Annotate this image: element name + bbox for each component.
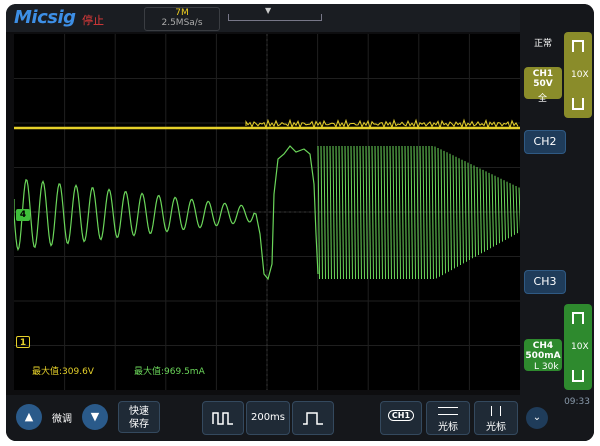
ch2-button[interactable]: CH2 <box>524 130 566 154</box>
ch4-dense-segment <box>464 161 467 262</box>
ch4-scale: 500mA <box>525 351 561 361</box>
ch4-dense-segment <box>494 175 497 246</box>
acquisition-info[interactable]: 7M 2.5MSa/s <box>144 7 220 31</box>
waveform-display[interactable]: 4 1 最大值:309.6V 最大值:969.5mA <box>13 34 521 390</box>
ch4-dense-segment <box>503 180 506 240</box>
ch4-dense-segment <box>473 165 476 257</box>
ch4-dense-segment <box>488 172 491 249</box>
ch1-coupling: 全 <box>538 94 548 104</box>
system-clock: 09:33 <box>564 397 590 407</box>
cursor2-label: 光标 <box>486 422 506 433</box>
ch1-probe: 10X <box>571 70 589 80</box>
ch1-cursor-select-button[interactable]: CH1 <box>380 401 422 435</box>
ch4-dense-segment <box>470 164 473 259</box>
memory-position-bar[interactable] <box>228 14 322 21</box>
ch4-dense-segment <box>515 185 518 234</box>
quick-save-line2: 保存 <box>129 419 149 430</box>
ch4-max-measurement: 最大值:969.5mA <box>134 367 205 377</box>
run-status[interactable]: 停止 <box>82 12 104 28</box>
ch1-rising-edge-icon <box>572 40 584 52</box>
ch4-falling-edge-icon <box>572 370 584 382</box>
cursor1-label: 光标 <box>438 422 458 433</box>
wide-pulse-icon <box>303 412 323 425</box>
waveform-canvas <box>13 34 521 390</box>
timebase-display[interactable]: 200ms <box>246 401 290 435</box>
ch4-filter: L 30k <box>534 362 559 372</box>
horizontal-cursor-icon <box>438 407 458 415</box>
ch1-falling-edge-icon <box>572 98 584 110</box>
timebase-increase-button[interactable] <box>292 401 334 435</box>
channel-panel: 正常 10X CH1 50V 全 CH2 CH3 10X CH4 500mA L… <box>520 4 594 441</box>
quick-save-line1: 快速 <box>129 406 149 417</box>
narrow-pulse-icon <box>212 412 233 425</box>
ch4-dense-segment <box>497 177 500 244</box>
ch4-dense-segment <box>512 184 515 235</box>
horizontal-cursor-button[interactable]: 光标 <box>426 401 470 435</box>
ch4-label: CH4 <box>532 341 554 351</box>
ch4-dense-segment <box>509 183 512 237</box>
fine-up-button[interactable]: ▲ <box>16 404 42 430</box>
ch4-dense-segment <box>485 171 488 251</box>
top-status-bar: Micsig 停止 7M 2.5MSa/s ▼ <box>6 4 520 32</box>
ch3-button[interactable]: CH3 <box>524 270 566 294</box>
ch4-probe: 10X <box>571 342 589 352</box>
ch4-dense-segment <box>476 166 479 256</box>
ch4-dense-segment <box>479 168 482 254</box>
expand-menu-button[interactable]: ⌄ <box>526 407 548 429</box>
sample-rate: 2.5MSa/s <box>161 18 203 28</box>
vertical-cursor-icon <box>491 406 501 416</box>
oscilloscope-device: Micsig 停止 7M 2.5MSa/s ▼ 4 1 最大值:309.6V 最… <box>6 4 594 441</box>
ch1-scale: 50V <box>533 79 553 89</box>
vertical-cursor-button[interactable]: 光标 <box>474 401 518 435</box>
ch4-dense-segment <box>482 169 485 252</box>
fine-adjust-label: 微调 <box>52 414 72 425</box>
ch1-marker[interactable]: 1 <box>16 336 30 348</box>
memory-depth: 7M <box>175 8 189 18</box>
ch4-dense-segment <box>506 181 509 239</box>
ch1-max-measurement: 最大值:309.6V <box>32 367 94 377</box>
quick-save-button[interactable]: 快速 保存 <box>118 401 160 433</box>
ch4-rising-edge-icon <box>572 312 584 324</box>
bottom-toolbar: ▲ 微调 ▼ 快速 保存 200ms CH1 光标 光标 ⌄ 09:33 <box>6 395 594 441</box>
ch4-dense-segment <box>491 174 494 247</box>
brand-logo: Micsig <box>14 7 76 28</box>
ch4-dense-segment <box>500 178 503 242</box>
fine-down-button[interactable]: ▼ <box>82 404 108 430</box>
trigger-mode-label[interactable]: 正常 <box>534 36 552 49</box>
timebase-decrease-button[interactable] <box>202 401 244 435</box>
ch4-marker[interactable]: 4 <box>16 209 30 221</box>
ch1-label: CH1 <box>532 69 554 79</box>
ch1-tag: CH1 <box>387 410 415 421</box>
